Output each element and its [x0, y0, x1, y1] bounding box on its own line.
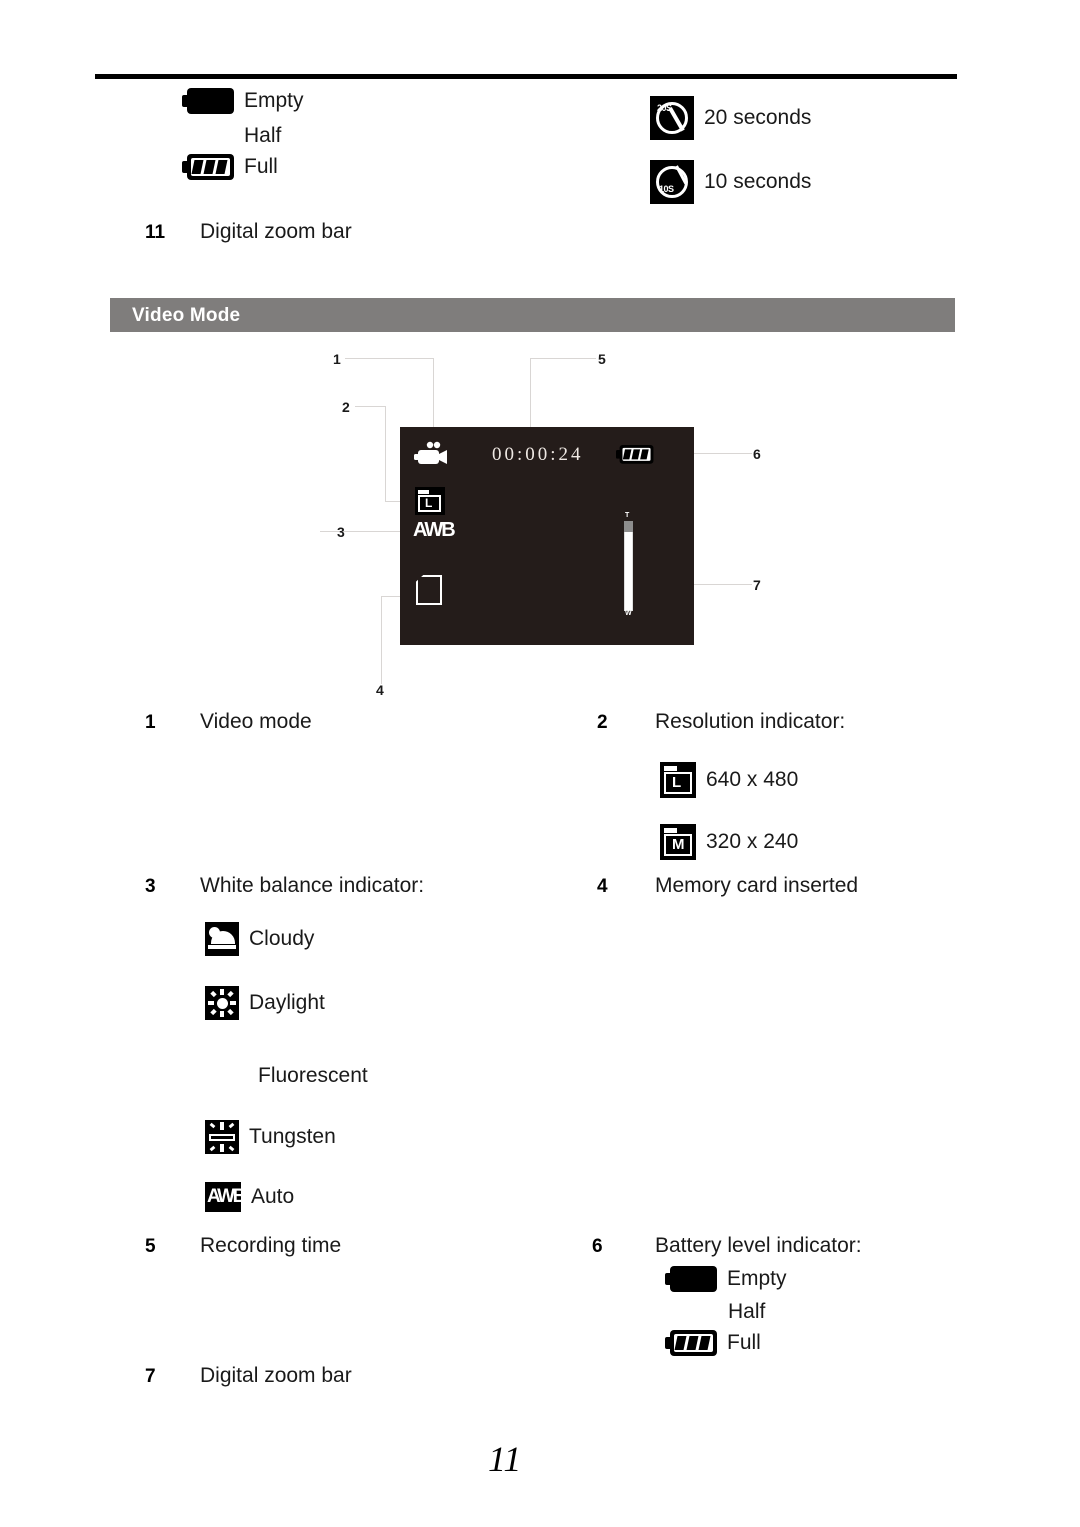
callout-number-5: 5: [598, 351, 606, 367]
lcd-white-balance-indicator: AWB: [413, 519, 456, 541]
self-timer-10s-icon: 10S: [650, 160, 694, 204]
legend-battery-empty-label: Empty: [727, 1267, 787, 1290]
wb-fluorescent-label: Fluorescent: [258, 1064, 368, 1087]
wb-daylight-icon: [205, 986, 239, 1020]
lcd-resolution-glyph: L: [425, 496, 433, 510]
battery-full-icon: [182, 154, 234, 180]
video-mode-icon: [414, 441, 447, 464]
self-timer-20s-icon: 20S: [650, 96, 694, 140]
resolution-large-label: 640 x 480: [706, 768, 799, 791]
page-number: 11: [488, 1439, 522, 1479]
legend-5-title: Recording time: [200, 1234, 342, 1257]
legend-6-battery-empty-row: Empty: [665, 1266, 787, 1292]
battery-full-label: Full: [244, 155, 278, 178]
zoom-wide-label: W: [625, 610, 632, 617]
callout-line-5-h: [530, 358, 596, 359]
zoom-tele-label: T: [625, 512, 630, 519]
wb-auto-row: AWB Auto: [205, 1182, 294, 1212]
lcd-battery-indicator-icon: [616, 445, 654, 464]
legend-2-item-medium: M 320 x 240: [660, 824, 798, 860]
wb-daylight-label: Daylight: [249, 991, 325, 1014]
callout-number-1: 1: [333, 351, 341, 367]
lcd-screen-preview: 00:00:24 L AWB T W: [400, 427, 694, 645]
callout-line-5-v: [530, 358, 531, 428]
lcd-resolution-indicator-icon: L: [415, 487, 445, 515]
callout-line-2-v: [385, 406, 386, 501]
legend-6-battery-full-row: Full: [665, 1330, 761, 1356]
battery-empty-row: Empty: [182, 88, 304, 114]
legend-6-number: 6: [592, 1236, 603, 1257]
legend-3-number: 3: [145, 876, 156, 897]
battery-half-row: Half: [244, 124, 281, 148]
wb-tungsten-row: Tungsten: [205, 1120, 336, 1154]
legend-4-title: Memory card inserted: [655, 874, 859, 897]
callout-line-3-h: [320, 531, 403, 532]
legend-3-title: White balance indicator:: [200, 874, 425, 897]
entry-11-number: 11: [145, 222, 166, 243]
self-timer-20s-badge: 20S: [657, 103, 672, 113]
legend-2-title: Resolution indicator:: [655, 710, 846, 733]
video-mode-title: Video Mode: [132, 305, 241, 326]
resolution-medium-glyph: M: [672, 836, 685, 853]
callout-line-6-h: [694, 453, 752, 454]
battery-half-label: Half: [244, 124, 282, 147]
callout-number-7: 7: [753, 577, 761, 593]
legend-battery-half-label: Half: [728, 1300, 766, 1323]
legend-1-number: 1: [145, 712, 156, 733]
resolution-medium-label: 320 x 240: [706, 830, 799, 853]
wb-cloudy-icon: [205, 922, 239, 956]
legend-7-number: 7: [145, 1366, 156, 1387]
resolution-large-glyph: L: [672, 774, 682, 791]
resolution-large-icon: L: [660, 762, 696, 798]
wb-auto-label: Auto: [251, 1185, 295, 1208]
legend-7-title: Digital zoom bar: [200, 1364, 352, 1387]
callout-line-1-v: [433, 358, 434, 428]
wb-tungsten-icon: [205, 1120, 239, 1154]
timer-10s-row: 10S 10 seconds: [650, 160, 811, 204]
recording-time-display: 00:00:24: [492, 444, 584, 465]
battery-empty-label: Empty: [244, 89, 304, 112]
callout-line-4-v: [381, 596, 382, 684]
legend-4-number: 4: [597, 876, 608, 897]
legend-5-number: 5: [145, 1236, 156, 1257]
zoom-bar-track: [624, 521, 633, 611]
battery-full-row: Full: [182, 154, 278, 180]
wb-daylight-row: Daylight: [205, 986, 325, 1020]
callout-number-6: 6: [753, 446, 761, 462]
wb-tungsten-label: Tungsten: [249, 1125, 336, 1148]
wb-cloudy-row: Cloudy: [205, 922, 314, 956]
battery-full-icon: [665, 1330, 717, 1356]
timer-20s-label: 20 seconds: [704, 106, 812, 129]
wb-cloudy-label: Cloudy: [249, 927, 315, 950]
callout-line-1-h: [345, 358, 433, 359]
legend-2-item-large: L 640 x 480: [660, 762, 798, 798]
callout-line-7-h: [694, 584, 752, 585]
lcd-digital-zoom-bar: T W: [621, 512, 635, 619]
lcd-memory-card-icon: [416, 575, 442, 605]
timer-10s-label: 10 seconds: [704, 170, 812, 193]
wb-auto-icon: AWB: [205, 1182, 246, 1212]
legend-battery-full-label: Full: [727, 1331, 761, 1354]
legend-2-number: 2: [597, 712, 608, 733]
entry-11-text: Digital zoom bar: [200, 220, 352, 243]
callout-number-3: 3: [337, 524, 345, 540]
zoom-bar-knob: [624, 521, 633, 532]
resolution-medium-icon: M: [660, 824, 696, 860]
wb-auto-glyph: AWB: [207, 1186, 246, 1207]
self-timer-10s-badge: 10S: [659, 184, 674, 194]
timer-20s-row: 20S 20 seconds: [650, 96, 811, 140]
legend-6-battery-half-row: Half: [728, 1300, 765, 1324]
callout-number-4: 4: [376, 682, 384, 698]
header-rule: [95, 74, 957, 79]
video-mode-banner: Video Mode: [110, 298, 955, 332]
battery-empty-icon: [182, 88, 234, 114]
callout-line-2-h1: [355, 406, 385, 407]
wb-fluorescent-row: Fluorescent: [258, 1064, 368, 1088]
battery-empty-icon: [665, 1266, 717, 1292]
callout-number-2: 2: [342, 399, 350, 415]
legend-6-title: Battery level indicator:: [655, 1234, 862, 1257]
legend-1-title: Video mode: [200, 710, 312, 733]
